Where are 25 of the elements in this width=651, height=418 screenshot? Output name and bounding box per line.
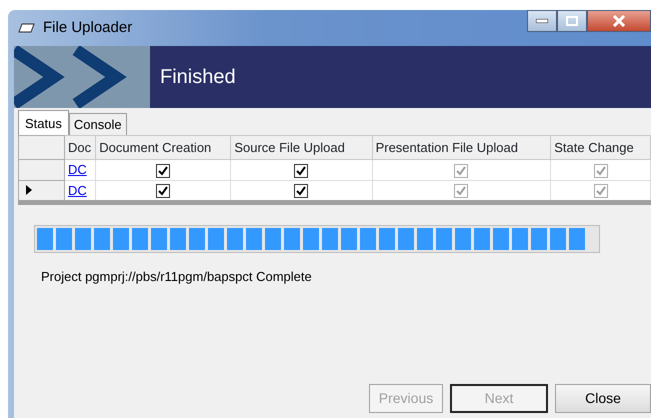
minimize-icon xyxy=(536,19,548,23)
checkbox[interactable] xyxy=(156,164,170,178)
column-header: Presentation File Upload xyxy=(372,136,551,160)
checkbox[interactable] xyxy=(294,164,308,178)
tab[interactable]: Console xyxy=(68,112,127,135)
tab[interactable]: Status xyxy=(18,110,69,136)
close-icon xyxy=(612,15,626,27)
column-header: State Change xyxy=(550,136,650,160)
dialog-button[interactable]: Close xyxy=(555,384,651,413)
row-header-corner xyxy=(18,136,64,160)
checkbox[interactable] xyxy=(156,184,170,198)
checkbox[interactable] xyxy=(294,184,308,198)
close-button[interactable] xyxy=(587,10,651,32)
column-header: Source File Upload xyxy=(230,136,372,160)
banner-title: Finished xyxy=(160,65,236,90)
window-title: File Uploader xyxy=(43,18,132,38)
window-icon xyxy=(18,23,35,33)
row-pointer-icon xyxy=(26,185,32,196)
column-header: Doc xyxy=(64,136,96,160)
row-header[interactable] xyxy=(18,180,64,202)
column-header: Document Creation xyxy=(96,136,231,160)
status-text: Project pgmprj://pbs/r11pgm/bapspct Complete xyxy=(41,268,313,286)
maximize-icon xyxy=(566,16,578,26)
maximize-button[interactable] xyxy=(557,10,587,32)
minimize-button[interactable] xyxy=(527,10,557,32)
